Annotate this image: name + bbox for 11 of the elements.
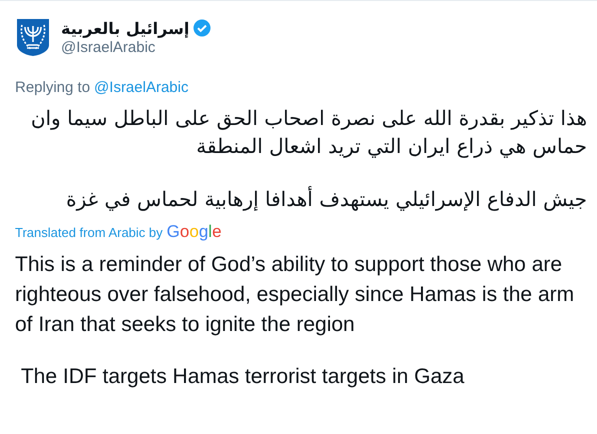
account-handle[interactable]: @IsraelArabic [61,38,212,56]
translated-text: The IDF targets Hamas terrorist targets in Gaza [20,364,466,390]
google-logo: Google [166,222,222,242]
translation-label: Translated from Arabic by [15,224,163,240]
account-name[interactable]: إسرائيل بالعربية [61,18,190,38]
tweet-text: هذا تذكير بقدرة الله على نصرة اصحاب الحق على الباطل سيما وان حماس هي ذراع ايران التي تريد اشعال المنطقة [30,105,587,160]
emblem-logo [15,17,51,57]
replying-label: Replying to [15,79,90,96]
tweet-text: جيش الدفاع الإسرائيلي يستهدف أهدافا إرهابية لحماس في غزة [65,185,587,213]
translated-text: This is a reminder of God’s ability to support those who are righteous over falsehood, especially since Hamas is the arm of Iran that seeks to ignite the region [15,252,576,338]
mention-link[interactable]: @IsraelArabic [94,79,188,96]
